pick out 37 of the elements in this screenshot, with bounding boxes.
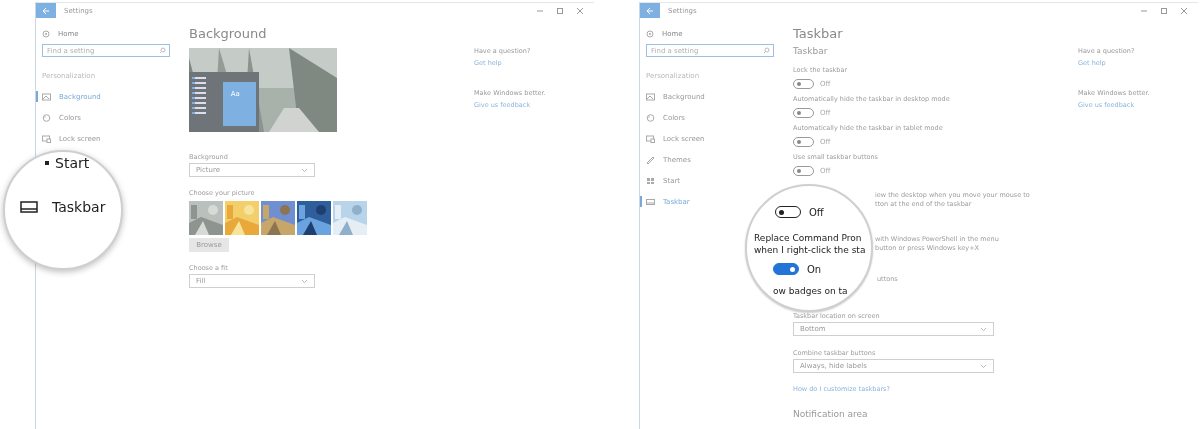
page-title: Background (189, 26, 267, 43)
search-icon (763, 47, 770, 54)
setting-label: when I right-click the sta (754, 244, 866, 256)
section-heading: Taskbar (793, 46, 828, 58)
chevron-icon (980, 363, 987, 369)
page-title: Taskbar (793, 26, 843, 43)
close-icon[interactable] (1180, 6, 1188, 15)
section-heading: Notification area (793, 409, 868, 421)
monitor-icon (646, 134, 655, 143)
toggle-state: On (807, 263, 822, 275)
toggle-state: Off (809, 206, 824, 218)
sidebar-item[interactable]: Start (55, 155, 90, 171)
back-button[interactable] (640, 3, 660, 18)
palette-icon (646, 113, 655, 122)
picture-icon (646, 92, 655, 101)
maximize-icon[interactable] (1160, 6, 1168, 15)
chevron-icon (301, 167, 308, 173)
back-arrow-icon (42, 6, 50, 15)
palette-icon (42, 113, 51, 122)
taskbar-icon (646, 197, 655, 206)
brush-icon (646, 155, 655, 164)
taskbar-icon (20, 201, 38, 213)
picture-icon (42, 92, 51, 101)
toggle-switch[interactable] (773, 263, 799, 275)
setting-label: ow badges on ta (773, 285, 848, 297)
close-icon[interactable] (576, 6, 584, 15)
maximize-icon[interactable] (556, 6, 564, 15)
back-arrow-icon (646, 6, 654, 15)
search-icon (159, 47, 166, 54)
chevron-icon (301, 278, 308, 284)
back-button[interactable] (36, 3, 56, 18)
setting-label: Replace Command Pron (754, 232, 863, 244)
sidebar-item[interactable]: Taskbar (52, 199, 106, 215)
gear-icon (646, 29, 654, 38)
chevron-icon (980, 326, 987, 332)
gear-icon (42, 29, 50, 38)
monitor-icon (42, 134, 51, 143)
